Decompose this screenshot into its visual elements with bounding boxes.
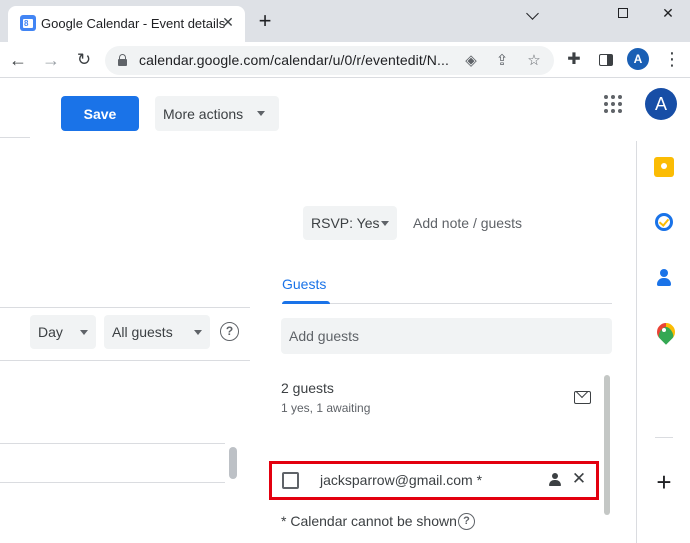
browser-toolbar: ← → ↻ calendar.google.com/calendar/u/0/r… bbox=[0, 42, 690, 78]
tasks-icon[interactable] bbox=[655, 213, 673, 231]
back-arrow-icon[interactable]: ← bbox=[6, 48, 30, 72]
url-text[interactable]: calendar.google.com/calendar/u/0/r/event… bbox=[139, 52, 449, 68]
caret-down-icon bbox=[194, 330, 202, 335]
maps-icon[interactable] bbox=[654, 323, 674, 343]
guests-filter-label: All guests bbox=[112, 324, 173, 340]
calendar-grid-line bbox=[0, 360, 250, 361]
browser-menu-icon[interactable]: ⋮ bbox=[663, 48, 681, 70]
reload-icon[interactable]: ↻ bbox=[72, 48, 96, 72]
side-panel: + bbox=[636, 141, 690, 543]
caret-down-icon bbox=[381, 221, 389, 226]
header-divider bbox=[0, 137, 30, 138]
lock-icon[interactable] bbox=[118, 54, 127, 66]
event-header: Save More actions A bbox=[0, 79, 690, 141]
email-guests-icon[interactable] bbox=[574, 391, 591, 404]
guests-count: 2 guests bbox=[281, 380, 334, 396]
help-icon[interactable]: ? bbox=[458, 513, 475, 530]
window-close-icon[interactable]: ✕ bbox=[648, 2, 688, 24]
caret-down-icon bbox=[80, 330, 88, 335]
calendar-scrollbar[interactable] bbox=[229, 447, 237, 479]
tab-title: Google Calendar - Event details bbox=[41, 16, 226, 31]
rsvp-label: RSVP: Yes bbox=[311, 215, 380, 231]
favicon-text: 8 bbox=[24, 19, 29, 28]
more-actions-button[interactable]: More actions bbox=[155, 96, 279, 131]
view-day-dropdown[interactable]: Day bbox=[30, 315, 96, 349]
help-icon[interactable]: ? bbox=[220, 322, 239, 341]
guest-checkbox[interactable] bbox=[282, 472, 299, 489]
extensions-puzzle-icon[interactable]: ✚ bbox=[564, 50, 584, 70]
calendar-grid-line bbox=[0, 443, 225, 444]
account-avatar[interactable]: A bbox=[645, 88, 677, 120]
calendar-event-page: Save More actions A + RSVP: Yes Add note… bbox=[0, 79, 690, 543]
tab-guests[interactable]: Guests bbox=[282, 276, 326, 292]
calendar-favicon-icon: 8 bbox=[20, 15, 36, 31]
google-apps-icon[interactable] bbox=[604, 95, 624, 115]
window-maximize-icon[interactable] bbox=[603, 2, 643, 24]
guests-filter-dropdown[interactable]: All guests bbox=[104, 315, 210, 349]
guest-email: jacksparrow@gmail.com * bbox=[320, 472, 483, 488]
view-day-label: Day bbox=[38, 324, 63, 340]
browser-tabstrip: 8 Google Calendar - Event details ✕ + ✕ bbox=[0, 0, 690, 42]
browser-profile-avatar[interactable]: A bbox=[627, 48, 649, 70]
tabs-divider bbox=[282, 303, 612, 304]
calendar-pane-top-border bbox=[0, 307, 250, 308]
person-icon[interactable] bbox=[548, 473, 562, 487]
add-addon-plus-icon[interactable]: + bbox=[653, 469, 675, 495]
side-panel-divider bbox=[655, 437, 673, 438]
bookmark-star-icon[interactable]: ☆ bbox=[524, 51, 544, 71]
remove-guest-icon[interactable]: ✕ bbox=[570, 469, 588, 489]
browser-tab[interactable]: 8 Google Calendar - Event details ✕ bbox=[8, 6, 245, 42]
rsvp-dropdown[interactable]: RSVP: Yes bbox=[303, 206, 397, 240]
address-bar[interactable]: calendar.google.com/calendar/u/0/r/event… bbox=[105, 46, 554, 75]
forward-arrow-icon[interactable]: → bbox=[39, 48, 63, 72]
calendar-note: * Calendar cannot be shown bbox=[281, 513, 457, 529]
tab-guests-indicator bbox=[282, 301, 330, 304]
guests-scrollbar[interactable] bbox=[604, 375, 610, 515]
keep-icon[interactable] bbox=[654, 157, 674, 177]
more-actions-label: More actions bbox=[163, 105, 244, 122]
contacts-icon[interactable] bbox=[654, 268, 674, 288]
add-guests-input[interactable] bbox=[281, 318, 612, 354]
guests-status-summary: 1 yes, 1 awaiting bbox=[281, 401, 371, 415]
calendar-grid-line bbox=[0, 482, 225, 483]
guest-row[interactable]: jacksparrow@gmail.com * ✕ bbox=[269, 461, 599, 500]
save-button[interactable]: Save bbox=[61, 96, 139, 131]
new-tab-button[interactable]: + bbox=[254, 10, 276, 32]
side-panel-icon[interactable] bbox=[596, 50, 616, 70]
share-icon[interactable]: ⇪ bbox=[492, 51, 512, 71]
add-note-guests-link[interactable]: Add note / guests bbox=[413, 215, 522, 231]
window-chevron-icon[interactable] bbox=[512, 2, 552, 24]
tab-close-icon[interactable]: ✕ bbox=[219, 13, 237, 31]
caret-down-icon bbox=[257, 111, 265, 116]
eye-icon[interactable]: ◈ bbox=[461, 51, 481, 71]
